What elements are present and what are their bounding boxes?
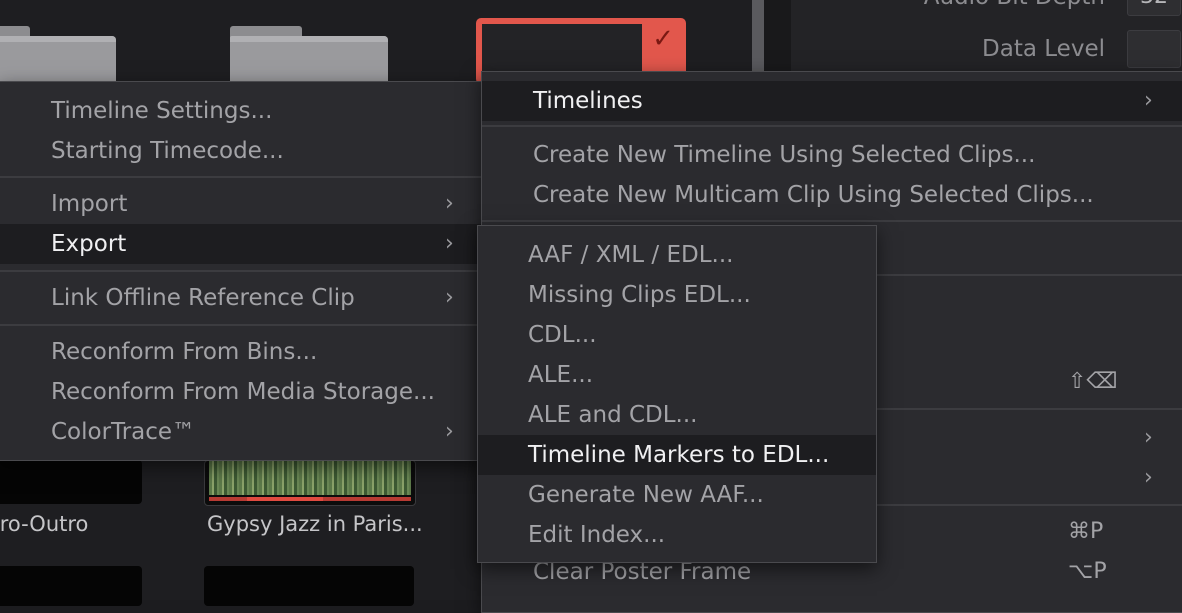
chevron-right-icon: › bbox=[445, 285, 454, 310]
menu-item-reconform-from-media-storage[interactable]: Reconform From Media Storage... bbox=[0, 372, 483, 412]
menu-item-edit-index[interactable]: Edit Index... bbox=[478, 515, 876, 555]
shift-delete-shortcut: ⇧⌫ bbox=[1068, 369, 1118, 394]
chevron-right-icon: › bbox=[445, 231, 454, 256]
menu-item-starting-timecode[interactable]: Starting Timecode... bbox=[0, 131, 483, 171]
menu-item-reconform-from-bins[interactable]: Reconform From Bins... bbox=[0, 332, 483, 372]
menu-item-import[interactable]: Import › bbox=[0, 184, 483, 224]
menu-item-export[interactable]: Export › bbox=[0, 224, 483, 264]
option-p-shortcut: ⌥P bbox=[1068, 559, 1107, 584]
data-level-field[interactable] bbox=[1127, 30, 1181, 68]
menu-separator bbox=[482, 125, 1182, 127]
file-menu: Timeline Settings... Starting Timecode..… bbox=[0, 81, 484, 461]
clip-name[interactable]: Intro-Outro bbox=[0, 512, 88, 536]
menu-item-aaf-xml-edl[interactable]: AAF / XML / EDL... bbox=[478, 235, 876, 275]
menu-item-missing-clips-edl[interactable]: Missing Clips EDL... bbox=[478, 275, 876, 315]
check-icon: ✓ bbox=[652, 24, 674, 54]
audio-bit-depth-label: Audio Bit Depth bbox=[924, 0, 1105, 10]
clip-thumbnail[interactable] bbox=[0, 460, 142, 504]
menu-item-ale-and-cdl[interactable]: ALE and CDL... bbox=[478, 395, 876, 435]
menu-item-timeline-markers-to-edl[interactable]: Timeline Markers to EDL... bbox=[478, 435, 876, 475]
clip-name[interactable]: Gypsy Jazz in Paris... bbox=[207, 512, 423, 536]
data-level-label: Data Level bbox=[982, 36, 1105, 62]
menu-item-create-new-multicam-clip[interactable]: Create New Multicam Clip Using Selected … bbox=[482, 175, 1182, 215]
chevron-right-icon: › bbox=[445, 419, 454, 444]
menu-separator bbox=[0, 270, 483, 272]
menu-separator bbox=[0, 324, 483, 326]
scrollbar-thumb[interactable] bbox=[752, 0, 764, 80]
chevron-right-icon: › bbox=[1144, 88, 1153, 113]
command-p-shortcut: ⌘P bbox=[1068, 519, 1104, 544]
menu-item-generate-new-aaf[interactable]: Generate New AAF... bbox=[478, 475, 876, 515]
menu-item-timelines[interactable]: Timelines › bbox=[482, 81, 1182, 121]
bin-folder-icon[interactable] bbox=[0, 26, 116, 82]
menu-item-ale[interactable]: ALE... bbox=[478, 355, 876, 395]
menu-separator bbox=[482, 220, 1182, 222]
menu-item-timeline-settings[interactable]: Timeline Settings... bbox=[0, 91, 483, 131]
menu-separator bbox=[0, 176, 483, 178]
chevron-right-icon: › bbox=[1144, 425, 1153, 450]
chevron-right-icon: › bbox=[445, 191, 454, 216]
audio-bit-depth-field[interactable]: 32 bbox=[1127, 0, 1181, 16]
menu-item-cdl[interactable]: CDL... bbox=[478, 315, 876, 355]
menu-item-colortrace[interactable]: ColorTrace™ › bbox=[0, 412, 483, 452]
chevron-right-icon: › bbox=[1144, 465, 1153, 490]
clip-thumbnail-audio[interactable] bbox=[204, 460, 416, 506]
menu-item-create-new-timeline[interactable]: Create New Timeline Using Selected Clips… bbox=[482, 135, 1182, 175]
menu-item-link-offline-reference-clip[interactable]: Link Offline Reference Clip › bbox=[0, 278, 483, 318]
clip-thumbnail[interactable] bbox=[0, 566, 142, 606]
bin-folder-icon[interactable] bbox=[230, 26, 388, 82]
clip-thumbnail[interactable] bbox=[204, 566, 414, 606]
export-submenu: AAF / XML / EDL... Missing Clips EDL... … bbox=[477, 225, 877, 563]
